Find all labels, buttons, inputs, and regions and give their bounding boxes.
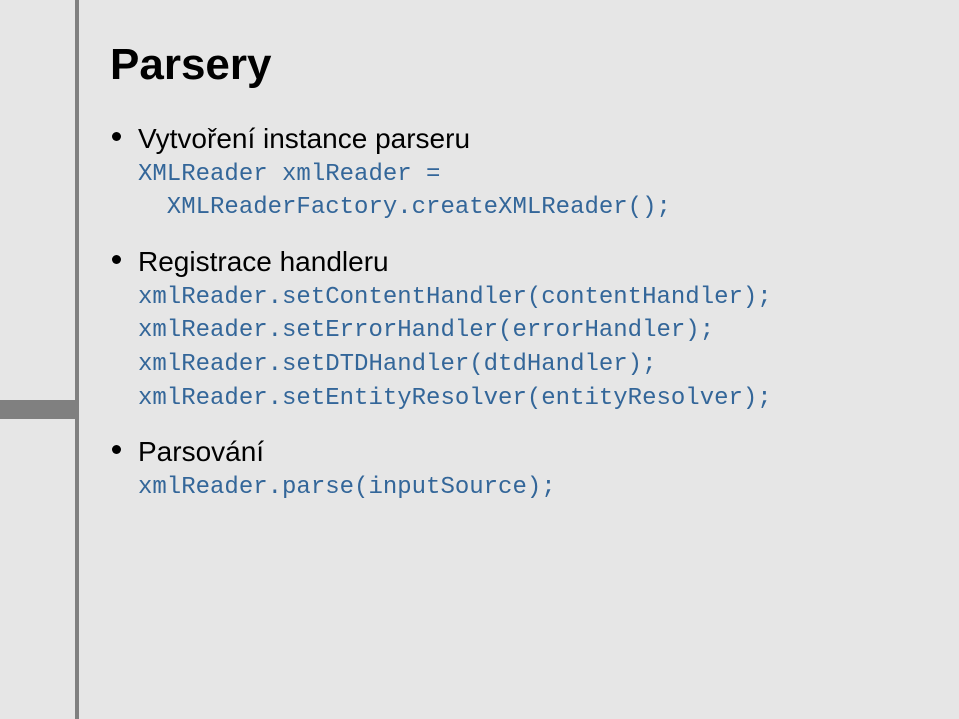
bullet-label: Registrace handleru [138, 243, 919, 281]
bullet-label: Vytvoření instance parseru [138, 120, 919, 158]
decoration-horizontal-bar [0, 400, 76, 419]
code-block: XMLReader xmlReader = XMLReaderFactory.c… [138, 158, 919, 225]
bullet-list: Vytvoření instance parseru XMLReader xml… [110, 120, 919, 505]
slide-title: Parsery [110, 40, 919, 90]
list-item: Parsování xmlReader.parse(inputSource); [110, 433, 919, 504]
slide: Parsery Vytvoření instance parseru XMLRe… [0, 0, 959, 719]
bullet-label: Parsování [138, 433, 919, 471]
code-block: xmlReader.parse(inputSource); [138, 471, 919, 505]
code-block: xmlReader.setContentHandler(contentHandl… [138, 281, 919, 415]
decoration-vertical-bar [75, 0, 79, 719]
list-item: Registrace handleru xmlReader.setContent… [110, 243, 919, 415]
list-item: Vytvoření instance parseru XMLReader xml… [110, 120, 919, 225]
